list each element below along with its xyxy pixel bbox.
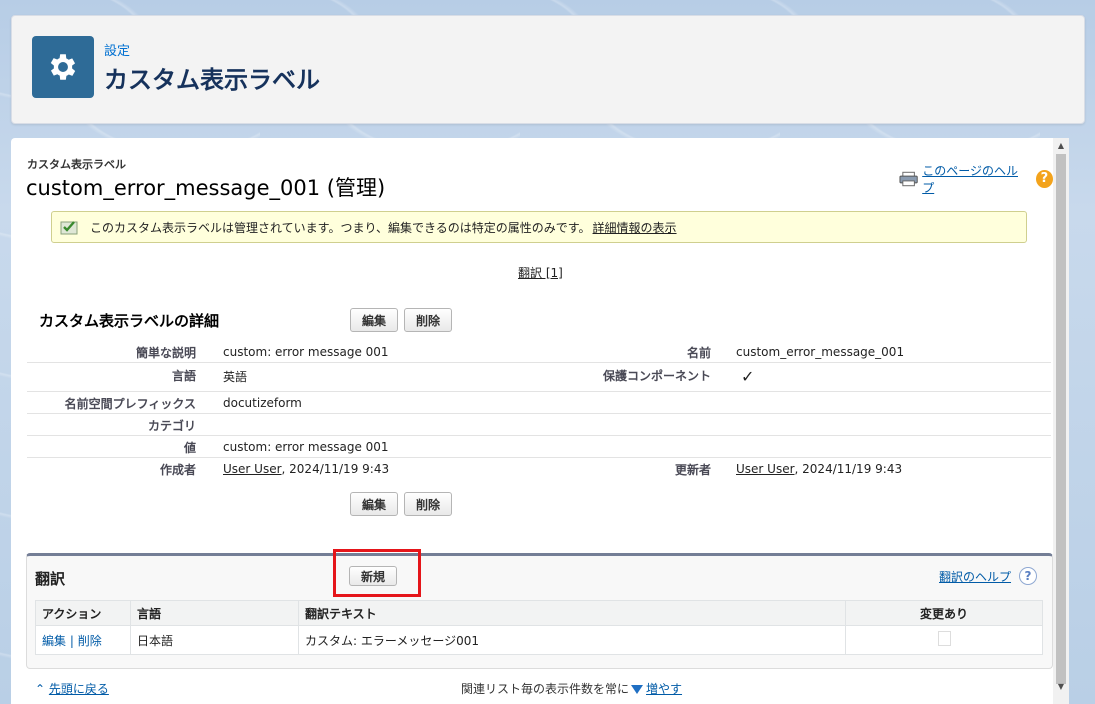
details-link[interactable]: 詳細情報の表示 bbox=[593, 219, 677, 236]
language-cell: 日本語 bbox=[130, 625, 299, 655]
modified-user-link[interactable]: User User bbox=[736, 462, 795, 476]
record-name: custom_error_message_001 (管理) bbox=[26, 176, 386, 200]
managed-notice: このカスタム表示ラベルは管理されています。つまり、編集できるのは特定の属性のみで… bbox=[51, 211, 1027, 243]
notice-text: このカスタム表示ラベルは管理されています。つまり、編集できるのは特定の属性のみで… bbox=[90, 220, 591, 235]
scroll-down-icon[interactable]: ▼ bbox=[1056, 682, 1066, 692]
caret-up-icon: ⌃ bbox=[35, 682, 46, 696]
scrollbar[interactable]: ▲ ▼ bbox=[1053, 138, 1069, 704]
translations-table: アクション 言語 翻訳テキスト 変更あり 編集 | 削除 日本語 カスタム: エ… bbox=[35, 600, 1043, 655]
detail-row-4: カテゴリ bbox=[27, 414, 1051, 436]
back-to-top[interactable]: ⌃ 先頭に戻る bbox=[35, 680, 109, 697]
column-header-language: 言語 bbox=[130, 600, 299, 626]
help-icon[interactable]: ? bbox=[1019, 567, 1038, 585]
triangle-down-icon[interactable] bbox=[631, 685, 644, 694]
record-type-label: カスタム表示ラベル bbox=[27, 158, 126, 171]
action-separator: | bbox=[66, 633, 78, 648]
created-date: , 2024/11/19 9:43 bbox=[281, 462, 390, 476]
column-header-action: アクション bbox=[35, 600, 131, 626]
translations-help[interactable]: 翻訳のヘルプ ? bbox=[939, 567, 1038, 585]
column-header-changed: 変更あり bbox=[845, 600, 1043, 626]
language-value: 英語 bbox=[223, 370, 248, 384]
value-value: custom: error message 001 bbox=[223, 440, 389, 454]
name-value: custom_error_message_001 bbox=[736, 345, 905, 359]
value-label: 値 bbox=[183, 441, 196, 455]
page-title: カスタム表示ラベル bbox=[104, 66, 320, 94]
modified-date: , 2024/11/19 9:43 bbox=[794, 462, 903, 476]
show-more-control: 関連リスト毎の表示件数を常に 増やす bbox=[461, 680, 682, 697]
gear-icon bbox=[32, 36, 94, 98]
highlight-box bbox=[333, 549, 421, 597]
edit-button-top[interactable]: 編集 bbox=[350, 308, 398, 332]
print-icon[interactable] bbox=[899, 171, 918, 187]
translation-text-cell: カスタム: エラーメッセージ001 bbox=[298, 625, 846, 655]
detail-row-6: 作成者 User User, 2024/11/19 9:43 更新者 User … bbox=[27, 458, 1051, 480]
short-desc-label: 簡単な説明 bbox=[135, 346, 196, 360]
language-label: 言語 bbox=[171, 369, 196, 383]
short-desc-value: custom: error message 001 bbox=[223, 345, 389, 359]
table-header-row: アクション 言語 翻訳テキスト 変更あり bbox=[35, 600, 1043, 626]
back-to-top-label[interactable]: 先頭に戻る bbox=[49, 682, 109, 696]
page-header: 設定 カスタム表示ラベル bbox=[11, 15, 1085, 124]
edit-button-bottom[interactable]: 編集 bbox=[350, 492, 398, 516]
namespace-value: docutizeform bbox=[223, 396, 302, 410]
translations-title: 翻訳 bbox=[35, 570, 66, 588]
modified-label: 更新者 bbox=[674, 463, 711, 477]
main-panel: カスタム表示ラベル custom_error_message_001 (管理) … bbox=[11, 138, 1053, 704]
show-more-prefix: 関連リスト毎の表示件数を常に bbox=[461, 682, 630, 696]
action-cell: 編集 | 削除 bbox=[35, 625, 131, 655]
row-edit-link[interactable]: 編集 bbox=[42, 634, 66, 648]
checkmark-icon: ✓ bbox=[741, 367, 755, 386]
created-user-link[interactable]: User User bbox=[223, 462, 282, 476]
created-value: User User, 2024/11/19 9:43 bbox=[223, 462, 389, 476]
column-header-text: 翻訳テキスト bbox=[298, 600, 846, 626]
modified-value: User User, 2024/11/19 9:43 bbox=[736, 462, 902, 476]
protected-label: 保護コンポーネント bbox=[602, 369, 711, 383]
namespace-label: 名前空間プレフィックス bbox=[64, 397, 196, 411]
detail-row-3: 名前空間プレフィックス docutizeform bbox=[27, 392, 1051, 414]
detail-row-5: 値 custom: error message 001 bbox=[27, 436, 1051, 458]
row-delete-link[interactable]: 削除 bbox=[78, 634, 102, 648]
changed-checkbox bbox=[937, 631, 951, 646]
translation-anchor-label[interactable]: 翻訳 [1] bbox=[518, 266, 563, 280]
translation-anchor[interactable]: 翻訳 [1] bbox=[518, 264, 563, 281]
changed-cell bbox=[845, 625, 1043, 655]
scroll-thumb[interactable] bbox=[1056, 154, 1066, 684]
category-label: カテゴリ bbox=[147, 419, 196, 433]
notice-check-icon bbox=[60, 221, 78, 235]
breadcrumb[interactable]: 設定 bbox=[104, 40, 130, 59]
detail-section-title: カスタム表示ラベルの詳細 bbox=[39, 312, 220, 330]
delete-button-top[interactable]: 削除 bbox=[404, 308, 452, 332]
delete-button-bottom[interactable]: 削除 bbox=[404, 492, 452, 516]
created-label: 作成者 bbox=[159, 463, 196, 477]
table-row: 編集 | 削除 日本語 カスタム: エラーメッセージ001 bbox=[35, 625, 1043, 655]
show-more-link[interactable]: 増やす bbox=[646, 682, 682, 696]
translations-help-link[interactable]: 翻訳のヘルプ bbox=[939, 568, 1011, 585]
page-help-label[interactable]: このページのヘルプ bbox=[922, 162, 1026, 196]
help-icon[interactable]: ? bbox=[1035, 170, 1053, 188]
name-label: 名前 bbox=[686, 346, 711, 360]
translations-related-list: 翻訳 新規 翻訳のヘルプ ? アクション 言語 翻訳テキスト 変更あり 編集 |… bbox=[26, 553, 1053, 669]
detail-row-2: 言語 英語 保護コンポーネント ✓ bbox=[27, 363, 1051, 392]
page-help-link[interactable]: このページのヘルプ ? bbox=[899, 162, 1053, 196]
detail-row-1: 簡単な説明 custom: error message 001 名前 custo… bbox=[27, 340, 1051, 363]
scroll-up-icon[interactable]: ▲ bbox=[1056, 141, 1066, 151]
